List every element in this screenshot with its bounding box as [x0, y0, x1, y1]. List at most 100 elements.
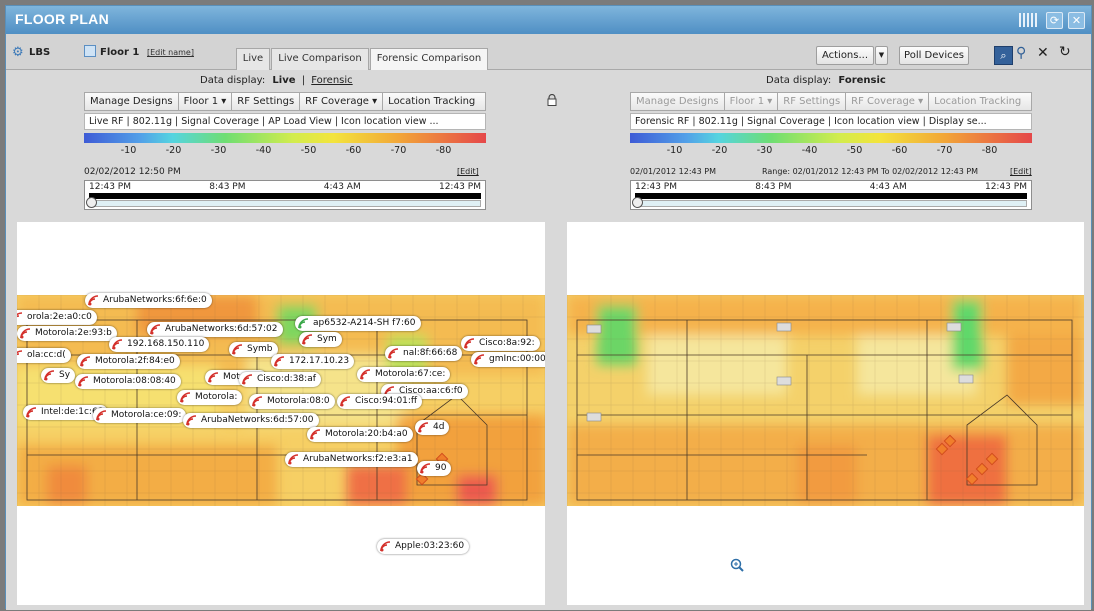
client-tag[interactable]: ArubaNetworks:6d:57:02	[147, 322, 283, 337]
client-tag[interactable]: nal:8f:66:68	[385, 346, 463, 361]
wifi-client-icon	[17, 350, 23, 356]
left-location-tracking-button[interactable]: Location Tracking	[383, 93, 480, 110]
client-tag[interactable]: Motorola:08:0	[249, 394, 335, 409]
scale-tick: -10	[120, 145, 137, 156]
left-floor-map[interactable]: ArubaNetworks:6f:6e:0 orola:2e:a0:c0 Motor…	[17, 222, 545, 605]
left-timeline[interactable]: 12:43 PM 8:43 PM 4:43 AM 12:43 PM	[84, 180, 486, 210]
client-tag[interactable]: 192.168.150.110	[109, 337, 210, 352]
client-tag[interactable]: ap6532-A214-SH f7:60	[295, 316, 421, 331]
client-tag[interactable]: Motorola:	[177, 390, 243, 405]
tab-forensic-comparison[interactable]: Forensic Comparison	[370, 48, 488, 71]
client-tag[interactable]: Cisco:8a:92:	[461, 336, 540, 351]
wifi-client-icon	[464, 338, 475, 349]
scale-tick: -50	[300, 145, 317, 156]
zoom-icon[interactable]: ⚲	[1016, 45, 1026, 61]
reset-icon[interactable]: ↻	[1059, 44, 1071, 60]
lbs-label[interactable]: LBS	[29, 47, 50, 58]
close-icon[interactable]: ✕	[1068, 12, 1085, 29]
chevron-down-icon[interactable]: ▼	[875, 46, 888, 65]
client-tag-label: Motorola:	[195, 392, 238, 402]
right-rf-settings-button: RF Settings	[778, 93, 847, 110]
client-tag[interactable]: Motorola:2e:93:b	[17, 326, 117, 341]
client-tag[interactable]: gmInc:00:00:	[471, 352, 545, 367]
client-tag-label: Motorola:08:08:40	[93, 376, 176, 386]
left-edit-link[interactable]: [Edit]	[457, 167, 479, 176]
wifi-client-icon	[17, 312, 23, 318]
fit-to-screen-icon[interactable]: ✕	[1037, 45, 1049, 61]
client-tag[interactable]: Motorola:20:b4:a0	[307, 427, 413, 442]
tab-live[interactable]: Live	[236, 48, 270, 70]
right-edit-link[interactable]: [Edit]	[1010, 167, 1032, 176]
client-tag-label: Motorola:ce:09:	[111, 410, 182, 420]
client-tag[interactable]: 172.17.10.23	[271, 354, 355, 369]
scale-tick: -50	[846, 145, 863, 156]
access-point-icon[interactable]	[958, 374, 974, 384]
left-display-settings[interactable]: Live RF | 802.11g | Signal Coverage | AP…	[84, 113, 486, 130]
client-tag[interactable]: 90	[417, 461, 452, 476]
client-tag-label: Cisco:d:38:af	[257, 374, 316, 384]
client-tag[interactable]: ola:cc:d(	[17, 348, 71, 363]
timeline-label: 8:43 PM	[209, 182, 246, 192]
client-tag[interactable]: orola:2e:a0:c0	[17, 310, 97, 325]
access-point-icon[interactable]	[776, 376, 792, 386]
client-tag[interactable]: Motorola:ce:09:	[93, 408, 187, 423]
client-tag[interactable]: ArubaNetworks:6d:57:00	[183, 413, 319, 428]
client-tag[interactable]: ArubaNetworks:6f:6e:0	[85, 293, 212, 308]
wifi-client-icon	[88, 295, 99, 306]
wifi-client-icon	[150, 324, 161, 335]
scale-tick: -10	[666, 145, 683, 156]
left-rf-coverage-dropdown[interactable]: RF Coverage ▾	[300, 93, 384, 110]
timeline-slider-handle[interactable]	[632, 197, 643, 208]
right-timeline[interactable]: 12:43 PM 8:43 PM 4:43 AM 12:43 PM	[630, 180, 1032, 210]
left-date: 02/02/2012 12:50 PM	[84, 167, 181, 177]
client-tag-label: Motorola:08:0	[267, 396, 330, 406]
zoom-in-icon[interactable]	[730, 558, 744, 572]
access-point-icon[interactable]	[586, 412, 602, 422]
client-tag[interactable]: Symb	[229, 342, 278, 357]
scale-tick: -40	[801, 145, 818, 156]
client-tag[interactable]: Motorola:67:ce:	[357, 367, 451, 382]
scale-tick: -40	[255, 145, 272, 156]
right-floor-map[interactable]	[567, 222, 1084, 605]
wifi-client-icon	[388, 348, 399, 359]
comparison-area: Data display: Live | Forensic Manage Des…	[6, 70, 1091, 610]
client-tag[interactable]: Apple:03:23:60	[377, 539, 470, 554]
timeline-slider-handle[interactable]	[86, 197, 97, 208]
left-floor-dropdown[interactable]: Floor 1 ▾	[179, 93, 233, 110]
access-point-icon[interactable]	[946, 322, 962, 332]
right-display-settings[interactable]: Forensic RF | 802.11g | Signal Coverage …	[630, 113, 1032, 130]
client-tag[interactable]: 4d	[415, 420, 450, 435]
left-mode-forensic[interactable]: Forensic	[311, 75, 352, 86]
lock-icon[interactable]	[547, 94, 557, 106]
left-rf-settings-button[interactable]: RF Settings	[232, 93, 301, 110]
actions-dropdown[interactable]: Actions...	[816, 46, 874, 65]
left-manage-designs-button[interactable]: Manage Designs	[85, 93, 179, 110]
wifi-client-icon	[242, 374, 253, 385]
scale-tick: -80	[981, 145, 998, 156]
right-data-display-label: Data display:	[766, 75, 832, 86]
timeline-bar	[89, 193, 481, 199]
wifi-client-icon	[44, 370, 55, 381]
wifi-client-icon	[360, 369, 371, 380]
wifi-client-icon	[78, 376, 89, 387]
poll-devices-button[interactable]: Poll Devices	[899, 46, 969, 65]
client-tag[interactable]: Motorola:08:08:40	[75, 374, 181, 389]
client-tag[interactable]: Motorola:2f:84:e0	[77, 354, 180, 369]
client-tag[interactable]: ArubaNetworks:f2:e3:a1	[285, 452, 418, 467]
left-mode-live[interactable]: Live	[272, 75, 295, 86]
client-tag-label: Symb	[247, 344, 273, 354]
wifi-client-icon	[112, 339, 123, 350]
client-tag[interactable]: Sy	[41, 368, 76, 383]
edit-name-link[interactable]: [Edit name]	[147, 48, 194, 57]
floor-label: Floor 1	[100, 47, 140, 58]
client-tag[interactable]: Cisco:d:38:af	[239, 372, 321, 387]
refresh-icon[interactable]: ⟳	[1046, 12, 1063, 29]
client-tag[interactable]: Cisco:94:01:ff	[337, 394, 423, 409]
access-point-icon[interactable]	[586, 324, 602, 334]
access-point-icon[interactable]	[776, 322, 792, 332]
client-tag-label: Motorola:2f:84:e0	[95, 356, 175, 366]
client-tag[interactable]: Sym	[299, 332, 342, 347]
tab-live-comparison[interactable]: Live Comparison	[271, 48, 369, 70]
grip-handle[interactable]	[1019, 13, 1041, 27]
pan-tool-icon[interactable]: ⌕	[994, 46, 1013, 65]
